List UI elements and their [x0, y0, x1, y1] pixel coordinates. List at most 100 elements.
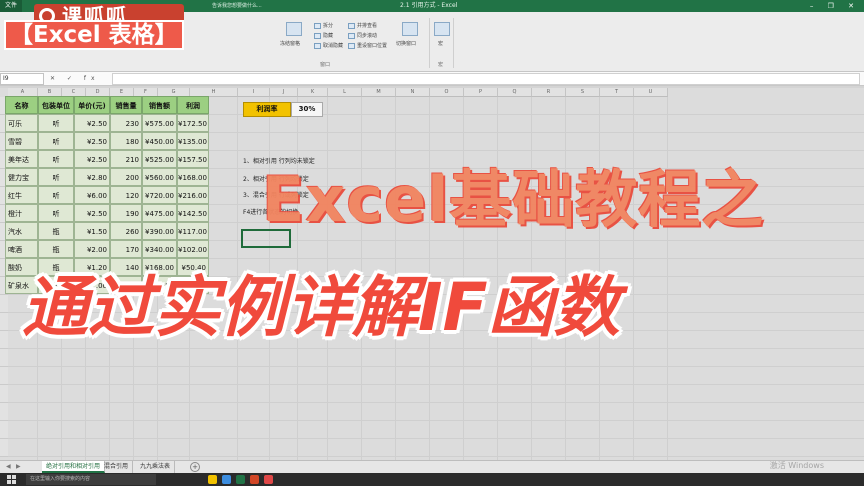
table-header-cell[interactable]: 单价(元): [74, 96, 110, 114]
tab-prev-icon[interactable]: ◀: [6, 461, 11, 473]
split-button[interactable]: 拆分: [314, 22, 333, 29]
table-cell[interactable]: ¥2.80: [74, 168, 110, 186]
column-header[interactable]: Q: [498, 88, 532, 97]
table-cell[interactable]: ¥117.00: [177, 222, 209, 240]
table-cell[interactable]: ¥390.00: [142, 222, 177, 240]
table-cell[interactable]: 听: [38, 150, 74, 168]
table-cell[interactable]: 210: [110, 150, 142, 168]
sheet-tab-absolute-relative[interactable]: 绝对引用和相对引用: [42, 461, 106, 473]
column-header[interactable]: P: [464, 88, 498, 97]
table-cell[interactable]: 瓶: [38, 240, 74, 258]
column-header[interactable]: N: [396, 88, 430, 97]
tab-next-icon[interactable]: ▶: [16, 461, 21, 473]
file-tab[interactable]: 文件: [0, 0, 22, 12]
table-cell[interactable]: ¥720.00: [142, 186, 177, 204]
table-cell[interactable]: 230: [110, 114, 142, 132]
freeze-panes-button[interactable]: 冻结窗格: [280, 40, 300, 47]
folder-icon[interactable]: [208, 475, 217, 484]
table-cell[interactable]: ¥102.00: [177, 240, 209, 258]
table-cell[interactable]: 汽水: [5, 222, 38, 240]
unhide-button[interactable]: 取消隐藏: [314, 42, 343, 49]
table-header-cell[interactable]: 名称: [5, 96, 38, 114]
table-cell[interactable]: 美年达: [5, 150, 38, 168]
table-cell[interactable]: 健力宝: [5, 168, 38, 186]
column-header[interactable]: I: [238, 88, 270, 97]
table-cell[interactable]: 可乐: [5, 114, 38, 132]
column-header[interactable]: J: [270, 88, 298, 97]
row-header[interactable]: [0, 313, 8, 331]
table-cell[interactable]: 瓶: [38, 222, 74, 240]
table-cell[interactable]: 听: [38, 168, 74, 186]
column-header[interactable]: U: [634, 88, 668, 97]
table-cell[interactable]: ¥168.00: [177, 168, 209, 186]
sync-scroll-button[interactable]: 同步滚动: [348, 32, 377, 39]
table-cell[interactable]: ¥525.00: [142, 150, 177, 168]
sheet-tab-multiplication[interactable]: 九九乘法表: [136, 461, 176, 473]
table-cell[interactable]: 170: [110, 240, 142, 258]
table-cell[interactable]: ¥2.50: [74, 204, 110, 222]
reset-window-button[interactable]: 重设窗口位置: [348, 42, 387, 49]
table-cell[interactable]: 啤酒: [5, 240, 38, 258]
table-cell[interactable]: ¥475.00: [142, 204, 177, 222]
recorder-icon[interactable]: [264, 475, 273, 484]
table-cell[interactable]: 听: [38, 114, 74, 132]
table-cell[interactable]: 120: [110, 186, 142, 204]
windows-start-icon[interactable]: [7, 475, 16, 484]
table-cell[interactable]: ¥340.00: [142, 240, 177, 258]
table-cell[interactable]: 听: [38, 132, 74, 150]
add-sheet-icon[interactable]: +: [190, 462, 200, 472]
profit-rate-label[interactable]: 利润率: [243, 102, 291, 117]
row-header[interactable]: [0, 439, 8, 457]
table-header-cell[interactable]: 销售额: [142, 96, 177, 114]
table-header-cell[interactable]: 销售量: [110, 96, 142, 114]
powerpoint-icon[interactable]: [250, 475, 259, 484]
table-cell[interactable]: ¥450.00: [142, 132, 177, 150]
table-cell[interactable]: ¥157.50: [177, 150, 209, 168]
formula-icons[interactable]: ✕ ✓ fx: [50, 73, 110, 85]
hide-button[interactable]: 隐藏: [314, 32, 333, 39]
table-header-cell[interactable]: 利润: [177, 96, 209, 114]
table-cell[interactable]: ¥216.00: [177, 186, 209, 204]
row-header[interactable]: [0, 367, 8, 385]
tell-me-box[interactable]: 告诉我您想要做什么...: [212, 0, 262, 12]
macro-button[interactable]: 宏: [438, 40, 443, 47]
table-cell[interactable]: ¥2.50: [74, 114, 110, 132]
column-header[interactable]: R: [532, 88, 566, 97]
column-header[interactable]: K: [298, 88, 328, 97]
column-header[interactable]: M: [362, 88, 396, 97]
row-header[interactable]: [0, 385, 8, 403]
profit-rate-value[interactable]: 30%: [291, 102, 323, 117]
table-cell[interactable]: ¥135.00: [177, 132, 209, 150]
column-header[interactable]: L: [328, 88, 362, 97]
browser-icon[interactable]: [222, 475, 231, 484]
column-header[interactable]: S: [566, 88, 600, 97]
macro-icon[interactable]: [434, 22, 450, 36]
row-header[interactable]: [0, 295, 8, 313]
row-header[interactable]: [0, 421, 8, 439]
excel-icon[interactable]: [236, 475, 245, 484]
table-header-cell[interactable]: 包装单位: [38, 96, 74, 114]
table-cell[interactable]: 雪碧: [5, 132, 38, 150]
column-header[interactable]: O: [430, 88, 464, 97]
table-cell[interactable]: ¥6.00: [74, 186, 110, 204]
table-cell[interactable]: ¥575.00: [142, 114, 177, 132]
table-cell[interactable]: 190: [110, 204, 142, 222]
window-controls[interactable]: – ❐ ✕: [810, 0, 860, 12]
table-cell[interactable]: 听: [38, 204, 74, 222]
table-cell[interactable]: ¥560.00: [142, 168, 177, 186]
switch-window-icon[interactable]: [402, 22, 418, 36]
table-cell[interactable]: 听: [38, 186, 74, 204]
table-cell[interactable]: ¥2.00: [74, 240, 110, 258]
table-cell[interactable]: ¥142.50: [177, 204, 209, 222]
table-cell[interactable]: ¥2.50: [74, 150, 110, 168]
table-cell[interactable]: 红牛: [5, 186, 38, 204]
sheet-tab-mixed[interactable]: 混合引用: [100, 461, 134, 473]
row-header[interactable]: [0, 331, 8, 349]
row-header[interactable]: [0, 403, 8, 421]
freeze-panes-icon[interactable]: [286, 22, 302, 36]
table-cell[interactable]: 180: [110, 132, 142, 150]
taskbar-search[interactable]: 在这里输入你要搜索的内容: [26, 474, 156, 485]
table-cell[interactable]: ¥2.50: [74, 132, 110, 150]
table-cell[interactable]: ¥1.50: [74, 222, 110, 240]
table-cell[interactable]: 橙汁: [5, 204, 38, 222]
